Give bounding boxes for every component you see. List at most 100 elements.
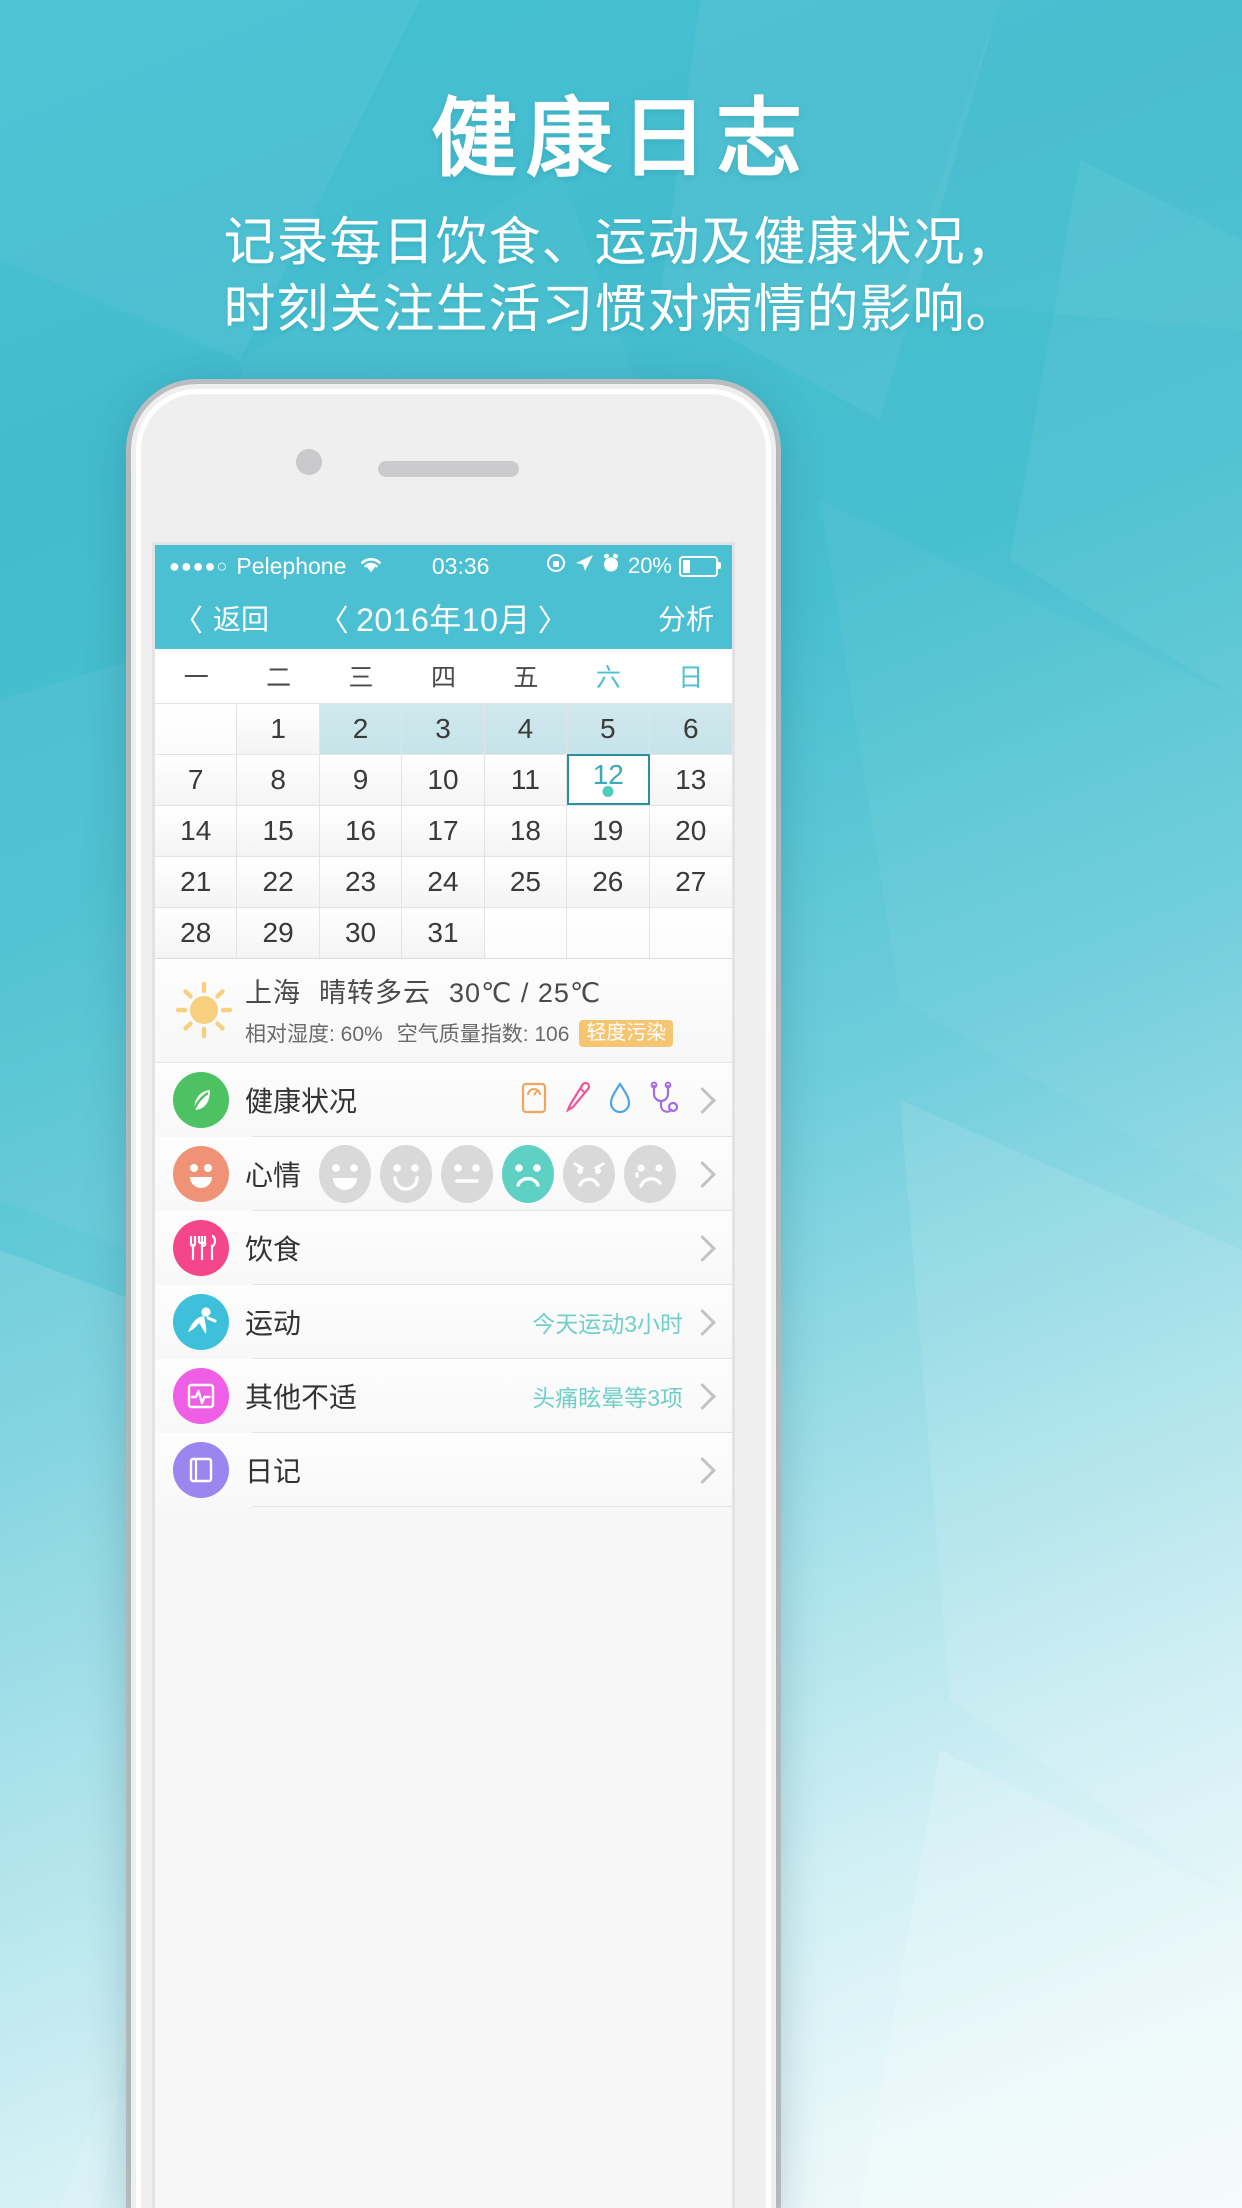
calendar-day-number: 16 xyxy=(344,815,377,846)
entry-rows: 健康状况 心情 饮食运动 今天运动3小时其他不适 头痛眩晕等3项日记 xyxy=(155,1063,732,1507)
mood-face-options xyxy=(319,1145,677,1203)
sun-cloud-icon xyxy=(173,979,235,1041)
row-diary[interactable]: 日记 xyxy=(155,1433,732,1507)
row-diet[interactable]: 饮食 xyxy=(155,1211,732,1285)
calendar-day-23[interactable]: 23 xyxy=(319,856,403,907)
calendar-day-16[interactable]: 16 xyxy=(319,805,403,856)
health-metric-icons xyxy=(519,1081,679,1120)
calendar-day-31[interactable]: 31 xyxy=(402,907,485,958)
smile-face-icon[interactable] xyxy=(380,1145,433,1203)
thermometer-icon[interactable] xyxy=(563,1081,593,1120)
weekday-header-5: 六 xyxy=(595,664,621,692)
calendar-day-number: 11 xyxy=(510,764,540,795)
analysis-button[interactable]: 分析 xyxy=(658,598,714,638)
wifi-icon xyxy=(358,553,384,580)
calendar-day-13[interactable]: 13 xyxy=(649,754,732,805)
calendar-day-number: 15 xyxy=(262,815,294,846)
calendar-day-number: 1 xyxy=(270,713,286,744)
calendar-cell-empty xyxy=(649,907,732,958)
frown-face-icon[interactable] xyxy=(502,1145,555,1203)
calendar-day-21[interactable]: 21 xyxy=(155,856,238,907)
calendar-weekday-header: 一二三四五六日 xyxy=(155,649,732,703)
calendar-day-11[interactable]: 11 xyxy=(484,754,568,805)
calendar-day-number: 2 xyxy=(352,713,369,744)
battery-percent-label: 20% xyxy=(627,553,672,578)
alarm-clock-icon xyxy=(601,553,621,579)
calendar-day-number: 20 xyxy=(675,815,707,846)
earpiece-speaker xyxy=(378,461,519,477)
water-drop-icon[interactable] xyxy=(607,1081,633,1120)
navigation-bar: 〈 返回 〈 2016年10月〉 分析 xyxy=(155,587,732,649)
calendar-day-14[interactable]: 14 xyxy=(155,805,238,856)
weekday-header-1: 二 xyxy=(266,664,292,692)
weather-condition: 晴转多云 xyxy=(319,978,431,1008)
calendar-day-3[interactable]: 3 xyxy=(402,703,485,754)
row-label-exercise: 运动 xyxy=(245,1308,302,1339)
worried-face-icon[interactable] xyxy=(563,1145,616,1203)
calendar-day-24[interactable]: 24 xyxy=(402,856,485,907)
next-month-button[interactable]: 〉 xyxy=(531,605,576,638)
calendar-day-27[interactable]: 27 xyxy=(649,856,732,907)
row-other-discomfort[interactable]: 其他不适 头痛眩晕等3项 xyxy=(155,1359,732,1433)
calendar-day-number: 3 xyxy=(435,713,451,744)
neutral-face-icon[interactable] xyxy=(441,1145,494,1203)
calendar-day-30[interactable]: 30 xyxy=(319,907,403,958)
prev-month-button[interactable]: 〈 xyxy=(312,605,357,638)
calendar-day-7[interactable]: 7 xyxy=(155,754,238,805)
row-mood[interactable]: 心情 xyxy=(155,1137,732,1211)
book-icon xyxy=(173,1442,229,1498)
calendar-day-1[interactable]: 1 xyxy=(237,703,320,754)
promo-headline: 健康日志 记录每日饮食、运动及健康状况， 时刻关注生活习惯对病情的影响。 xyxy=(0,91,1242,345)
calendar-day-29[interactable]: 29 xyxy=(237,907,320,958)
row-value-exercise: 今天运动3小时 xyxy=(532,1311,683,1337)
weather-temperature: 30℃ / 25℃ xyxy=(449,978,602,1008)
calendar-day-22[interactable]: 22 xyxy=(237,856,320,907)
calendar-day-28[interactable]: 28 xyxy=(155,907,238,958)
calendar-day-number: 6 xyxy=(682,713,699,744)
calendar-cell-empty xyxy=(484,907,568,958)
calendar-day-15[interactable]: 15 xyxy=(237,805,320,856)
chevron-right-icon xyxy=(689,1456,716,1484)
aqi-status-badge: 轻度污染 xyxy=(579,1019,674,1047)
running-person-icon xyxy=(173,1294,229,1350)
calendar-day-17[interactable]: 17 xyxy=(402,805,485,856)
weather-humidity: 相对湿度: 60% xyxy=(245,1023,383,1046)
promo-subtitle-line-2: 时刻关注生活习惯对病情的影响。 xyxy=(223,281,1019,340)
row-health-status[interactable]: 健康状况 xyxy=(155,1063,732,1137)
cutlery-icon xyxy=(173,1220,229,1276)
calendar-day-number: 7 xyxy=(187,764,204,795)
row-exercise[interactable]: 运动 今天运动3小时 xyxy=(155,1285,732,1359)
calendar-day-number: 10 xyxy=(427,764,459,795)
row-label-other-discomfort: 其他不适 xyxy=(245,1382,358,1413)
weight-scale-icon[interactable] xyxy=(519,1081,549,1120)
weather-row[interactable]: 上海 晴转多云 30℃ / 25℃ 相对湿度: 60% 空气质量指数: 106 轻度污… xyxy=(155,959,732,1063)
back-button-label: 返回 xyxy=(213,604,270,635)
promo-page: 健康日志 记录每日饮食、运动及健康状况， 时刻关注生活习惯对病情的影响。 ●●●… xyxy=(0,0,1242,2208)
calendar-day-12[interactable]: 12 xyxy=(567,754,650,805)
page-title: 健康日志 xyxy=(431,91,811,187)
calendar-day-18[interactable]: 18 xyxy=(484,805,568,856)
stethoscope-icon[interactable] xyxy=(647,1081,679,1120)
row-label-diary: 日记 xyxy=(245,1456,302,1487)
calendar-day-9[interactable]: 9 xyxy=(319,754,403,805)
calendar-day-26[interactable]: 26 xyxy=(567,856,650,907)
front-camera-icon xyxy=(296,449,322,475)
calendar-day-5[interactable]: 5 xyxy=(567,703,650,754)
calendar-day-number: 30 xyxy=(344,917,377,948)
calendar-day-number: 8 xyxy=(270,764,286,795)
phone-screen: ●●●●○ Pelephone 03:36 20% 〈 返回 〈 2016年10… xyxy=(155,545,732,2208)
calendar-day-19[interactable]: 19 xyxy=(567,805,650,856)
calendar-day-25[interactable]: 25 xyxy=(484,856,568,907)
calendar-day-20[interactable]: 20 xyxy=(649,805,732,856)
grin-face-icon[interactable] xyxy=(319,1145,372,1203)
calendar-day-10[interactable]: 10 xyxy=(402,754,485,805)
calendar-day-6[interactable]: 6 xyxy=(649,703,732,754)
calendar-day-number: 18 xyxy=(509,815,541,846)
calendar-day-number: 25 xyxy=(509,866,541,897)
calendar-day-4[interactable]: 4 xyxy=(484,703,568,754)
calendar-day-8[interactable]: 8 xyxy=(237,754,320,805)
calendar-day-2[interactable]: 2 xyxy=(319,703,403,754)
entry-indicator-dot xyxy=(602,786,614,797)
crying-face-icon[interactable] xyxy=(624,1145,677,1203)
back-button[interactable]: 〈 返回 xyxy=(173,596,269,640)
